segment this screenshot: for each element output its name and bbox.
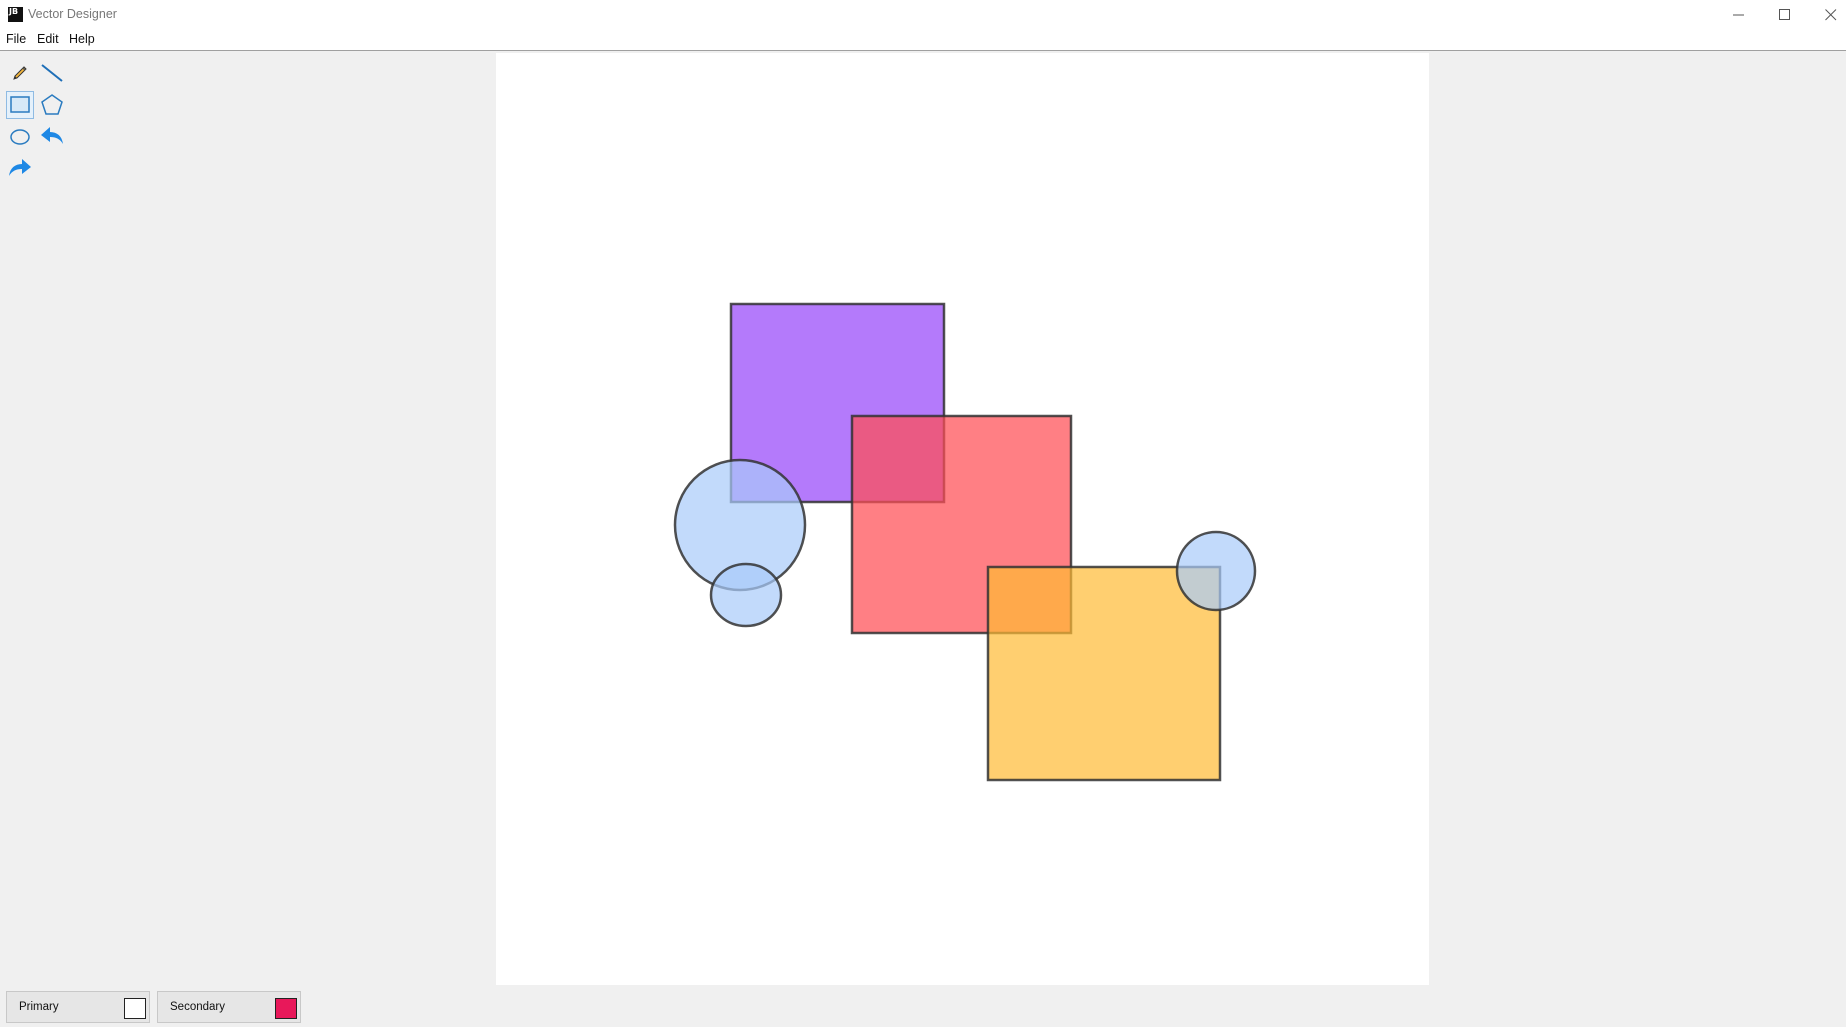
line-icon	[41, 64, 63, 82]
menu-help[interactable]: Help	[69, 32, 95, 47]
shape-circle-right[interactable]	[1175, 530, 1257, 612]
title-bar: JB Vector Designer	[0, 0, 1846, 29]
maximize-icon	[1779, 9, 1790, 20]
maximize-button[interactable]	[1762, 0, 1808, 29]
undo-arrow-icon	[41, 127, 63, 144]
secondary-color-label: Secondary	[170, 1001, 225, 1013]
pentagon-icon	[41, 94, 63, 115]
ellipse-tool-button[interactable]	[6, 122, 34, 150]
canvas-shapes	[673, 302, 1257, 782]
pencil-tool-button[interactable]	[6, 59, 34, 87]
polygon-tool-button[interactable]	[38, 91, 66, 119]
vector-designer-window: JB Vector Designer File Edit Help Primar…	[0, 0, 1846, 1027]
secondary-color-panel[interactable]: Secondary	[157, 991, 301, 1023]
line-tool-button[interactable]	[38, 59, 66, 87]
primary-color-swatch[interactable]	[124, 998, 146, 1019]
close-button[interactable]	[1808, 0, 1846, 29]
rectangle-icon	[10, 96, 30, 113]
ellipse-icon	[10, 129, 30, 145]
close-icon	[1825, 9, 1837, 21]
redo-button[interactable]	[6, 154, 34, 182]
menu-edit[interactable]: Edit	[37, 32, 59, 47]
undo-button[interactable]	[38, 122, 66, 150]
redo-arrow-icon	[9, 159, 31, 176]
minimize-icon	[1733, 14, 1744, 16]
minimize-button[interactable]	[1716, 0, 1762, 29]
secondary-color-swatch[interactable]	[275, 998, 297, 1019]
menu-file[interactable]: File	[6, 32, 26, 47]
primary-color-panel[interactable]: Primary	[6, 991, 150, 1023]
window-title: Vector Designer	[28, 7, 117, 21]
primary-color-label: Primary	[19, 1001, 59, 1013]
rectangle-tool-button[interactable]	[6, 91, 34, 119]
pencil-icon	[13, 66, 27, 80]
shape-rectangle-orange[interactable]	[986, 565, 1222, 782]
app-logo-icon: JB	[8, 7, 23, 22]
shape-circle-small[interactable]	[709, 562, 783, 628]
drawing-canvas[interactable]	[496, 53, 1429, 985]
menu-bar: File Edit Help	[0, 29, 1846, 51]
